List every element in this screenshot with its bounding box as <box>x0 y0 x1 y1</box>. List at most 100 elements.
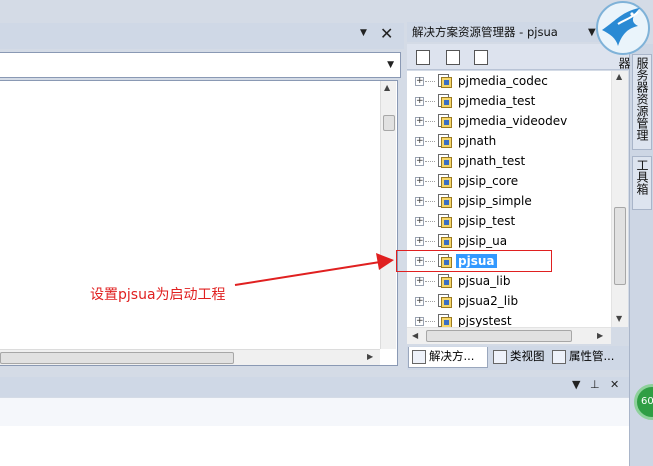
tab-solution-explorer[interactable]: 解决方... <box>408 347 488 368</box>
tab-server-explorer[interactable]: 服务器资源管理器 <box>617 54 652 150</box>
tree-connector <box>425 101 435 102</box>
expand-icon[interactable]: + <box>415 237 424 246</box>
tree-item[interactable]: + pjsystest <box>407 311 611 327</box>
expand-icon[interactable]: + <box>415 217 424 226</box>
expand-icon[interactable]: + <box>415 177 424 186</box>
window-position-dropdown-icon[interactable]: ▼ <box>572 378 580 391</box>
scroll-thumb[interactable] <box>426 330 572 342</box>
tree-horizontal-scrollbar[interactable]: ◀ ▶ <box>407 327 611 344</box>
tree-item[interactable]: + pjmedia_test <box>407 91 611 111</box>
editor-horizontal-scrollbar[interactable]: ▶ <box>0 349 380 365</box>
solution-tree[interactable]: + pjmedia_codec + pjmedia_test + pjmedia_vide… <box>407 71 611 327</box>
annotation-highlight-box <box>396 250 552 272</box>
tree-vertical-scrollbar[interactable]: ▲ ▼ <box>611 71 628 327</box>
expand-icon[interactable]: + <box>415 117 424 126</box>
tree-item-label: pjsip_ua <box>458 234 508 248</box>
editor-close-button[interactable]: ✕ <box>380 24 393 43</box>
expand-icon[interactable]: + <box>415 157 424 166</box>
expand-icon[interactable]: + <box>415 97 424 106</box>
editor-dropdown[interactable]: ▼ <box>0 52 401 78</box>
tab-class-view[interactable]: 类视图 <box>490 347 548 368</box>
chevron-down-icon[interactable]: ▼ <box>387 60 394 70</box>
app-logo-icon <box>596 1 650 55</box>
scroll-thumb[interactable] <box>383 115 395 131</box>
tree-item[interactable]: + pjsip_core <box>407 171 611 191</box>
tree-item[interactable]: + pjsip_simple <box>407 191 611 211</box>
cpp-project-icon <box>437 193 453 209</box>
tree-item[interactable]: + pjsip_test <box>407 211 611 231</box>
tree-connector <box>425 201 435 202</box>
scroll-down-icon[interactable]: ▼ <box>616 314 622 323</box>
output-pane-header <box>0 377 630 397</box>
tree-item[interactable]: + pjsip_ua <box>407 231 611 251</box>
tree-item[interactable]: + pjsua2_lib <box>407 291 611 311</box>
expand-icon[interactable]: + <box>415 137 424 146</box>
tree-connector <box>425 301 435 302</box>
expand-icon[interactable]: + <box>415 197 424 206</box>
tree-connector <box>425 141 435 142</box>
scroll-left-icon[interactable]: ◀ <box>412 331 418 340</box>
tree-item-label: pjsip_simple <box>458 194 532 208</box>
tree-item-label: pjsip_core <box>458 174 519 188</box>
cpp-project-icon <box>437 213 453 229</box>
window-position-dropdown-icon[interactable]: ▼ <box>360 28 367 38</box>
tree-item-label: pjsystest <box>458 314 512 327</box>
ide-window: ▼ ✕ ▼ ▲ ▶ 设置pjsua为启动工程 ▼ ⊥ ✕ 解决方案资源管理器 -… <box>0 0 653 466</box>
tree-item-label: pjsua2_lib <box>458 294 519 308</box>
scroll-up-icon[interactable]: ▲ <box>384 83 390 92</box>
editor-vertical-scrollbar[interactable]: ▲ <box>380 81 396 349</box>
class-view-icon <box>493 350 507 364</box>
tree-item-label: pjsip_test <box>458 214 516 228</box>
tab-toolbox[interactable]: 工具箱 <box>632 156 652 210</box>
output-content[interactable] <box>0 426 630 466</box>
pin-icon[interactable]: ⊥ <box>590 378 600 391</box>
expand-icon[interactable]: + <box>415 297 424 306</box>
tree-connector <box>425 81 435 82</box>
solution-explorer-icon <box>412 350 426 364</box>
cpp-project-icon <box>437 153 453 169</box>
tree-connector <box>425 161 435 162</box>
scroll-thumb[interactable] <box>614 207 626 285</box>
tab-property-manager[interactable]: 属性管... <box>549 347 629 368</box>
cpp-project-icon <box>437 233 453 249</box>
output-close-button[interactable]: ✕ <box>610 378 619 391</box>
annotation-text: 设置pjsua为启动工程 <box>90 287 226 303</box>
cpp-project-icon <box>437 273 453 289</box>
tree-item-label: pjmedia_codec <box>458 74 548 88</box>
tree-connector <box>425 241 435 242</box>
tree-item-label: pjnath_test <box>458 154 526 168</box>
scroll-up-icon[interactable]: ▲ <box>616 72 622 81</box>
tree-item-label: pjmedia_videodev <box>458 114 568 128</box>
tree-item-label: pjnath <box>458 134 497 148</box>
cpp-project-icon <box>437 113 453 129</box>
expand-icon[interactable]: + <box>415 317 424 326</box>
tree-connector <box>425 321 435 322</box>
tree-item[interactable]: + pjnath_test <box>407 151 611 171</box>
cpp-project-icon <box>437 293 453 309</box>
cpp-project-icon <box>437 313 453 327</box>
tree-connector <box>425 121 435 122</box>
tree-item[interactable]: + pjmedia_codec <box>407 71 611 91</box>
cpp-project-icon <box>437 173 453 189</box>
tree-connector <box>425 281 435 282</box>
cpp-project-icon <box>437 93 453 109</box>
show-all-files-icon[interactable] <box>414 48 432 66</box>
solution-explorer-tabs: 解决方... 类视图 属性管... <box>407 346 629 370</box>
tree-item[interactable]: + pjnath <box>407 131 611 151</box>
editor-area[interactable] <box>0 80 398 366</box>
view-class-diagram-icon[interactable] <box>472 48 490 66</box>
scroll-thumb[interactable] <box>0 352 234 364</box>
scroll-right-icon[interactable]: ▶ <box>597 331 603 340</box>
expand-icon[interactable]: + <box>415 277 424 286</box>
tree-item[interactable]: + pjmedia_videodev <box>407 111 611 131</box>
property-manager-icon <box>552 350 566 364</box>
tree-item[interactable]: + pjsua_lib <box>407 271 611 291</box>
tree-item-label: pjsua_lib <box>458 274 511 288</box>
scroll-right-icon[interactable]: ▶ <box>367 352 373 361</box>
editor-header <box>0 23 404 49</box>
cpp-project-icon <box>437 73 453 89</box>
properties-icon[interactable] <box>444 48 462 66</box>
cpp-project-icon <box>437 133 453 149</box>
tree-connector <box>425 181 435 182</box>
expand-icon[interactable]: + <box>415 77 424 86</box>
